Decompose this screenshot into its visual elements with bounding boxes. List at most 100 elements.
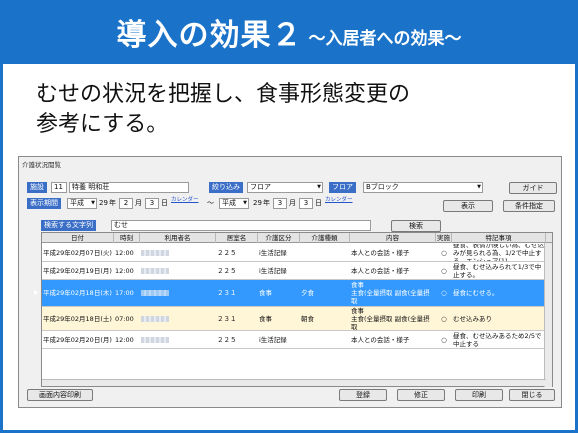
- row-pointer-icon: ▶: [34, 289, 39, 296]
- cell-kubun: i生活記録: [259, 248, 287, 257]
- cell-time: 12:00: [115, 335, 134, 344]
- cell-naiyo: 本人との会話・様子: [351, 248, 410, 257]
- slide-body-text: むせの状況を把握し、食事形態変更の 参考にする。: [36, 82, 411, 137]
- redacted-name: [141, 290, 169, 296]
- redacted-name: [141, 267, 169, 274]
- table-row[interactable]: 平成29年02月19日(月) 12:00 ２２５ i生活記録 本人との会話・様子 ○ 昼食、…: [42, 262, 552, 280]
- col-tokki[interactable]: 特記事項: [452, 233, 546, 243]
- calendar-from-link[interactable]: カレンダー: [171, 195, 199, 206]
- cell-tokki: 昼食、むせ込みられて1/3で中止する。: [453, 262, 542, 279]
- cell-naiyo: 本人との会話・様子: [351, 335, 410, 344]
- cell-shurui: [300, 244, 350, 261]
- cell-kubun: 食事: [259, 289, 272, 297]
- cell-naiyo: 本人との会話・様子: [351, 266, 410, 275]
- horizontal-scrollbar[interactable]: [42, 379, 546, 386]
- month-unit: 月: [135, 199, 142, 207]
- building-no-field[interactable]: 11: [51, 182, 67, 193]
- col-room[interactable]: 居室名: [216, 233, 258, 243]
- year-from[interactable]: 29: [99, 198, 108, 209]
- print-screen-button[interactable]: 画面内容印刷: [27, 389, 93, 401]
- window-title: 介護状況閲覧: [22, 161, 61, 169]
- building-label: 施設: [27, 182, 47, 193]
- col-jisshi[interactable]: 実施: [436, 233, 452, 243]
- cell-jisshi: ○: [441, 289, 447, 297]
- redacted-name: [141, 315, 169, 322]
- cell-date: 平成29年02月18日(木): [43, 289, 112, 297]
- col-shurui[interactable]: 介護種類: [300, 233, 350, 243]
- cell-room: ２３１: [217, 289, 237, 297]
- calendar-to-link[interactable]: カレンダー: [325, 195, 353, 206]
- grid-header: 日付 時刻 利用者名 居室名 介護区分 介護種類 内容 実施 特記事項: [42, 233, 552, 243]
- cell-jisshi: ○: [441, 314, 447, 323]
- search-input[interactable]: むせ: [111, 220, 371, 231]
- cell-date: 平成29年02月18日(土): [43, 314, 112, 323]
- col-naiyo[interactable]: 内容: [350, 233, 436, 243]
- slide-subtitle: 〜入居者への効果〜: [308, 28, 462, 49]
- cell-kubun: i生活記録: [259, 266, 287, 275]
- search-label: 検索する文字列: [41, 220, 96, 231]
- display-button[interactable]: 表示: [443, 200, 493, 212]
- cell-jisshi: ○: [441, 266, 447, 275]
- guide-button[interactable]: ガイド: [509, 182, 557, 194]
- cell-jisshi: ○: [441, 335, 447, 344]
- table-row[interactable]: 平成29年02月18日(土) 07:00 ２３１ 食事 朝食 食事 主食(全量摂取 副食(…: [42, 307, 552, 331]
- close-button[interactable]: 閉じる: [509, 389, 555, 401]
- era-from-dropdown[interactable]: 平成: [67, 198, 97, 209]
- print-button[interactable]: 印刷: [455, 389, 503, 401]
- cell-jisshi: ○: [441, 248, 447, 257]
- cell-user: [140, 280, 216, 306]
- month-unit-to: 月: [289, 199, 296, 207]
- year-unit-to: 年: [263, 199, 270, 207]
- cell-tokki: 昼食、表情が険しい為、むせ込みが見られる為、1/2で中止する。エンシュア(1): [453, 244, 544, 261]
- day-unit: 日: [161, 199, 168, 207]
- cell-naiyo: 食事 主食(全量摂取 副食(全量摂取: [351, 307, 430, 330]
- redacted-name: [141, 249, 169, 256]
- slide-title: 導入の効果２: [116, 18, 303, 53]
- day-from-field[interactable]: 3: [145, 198, 159, 209]
- cell-room: ２２５: [217, 248, 237, 257]
- cell-naiyo: 食事 主食(全量摂取 副食(全量摂取: [351, 281, 430, 305]
- cell-time: 12:00: [115, 248, 134, 257]
- col-kubun[interactable]: 介護区分: [258, 233, 300, 243]
- register-button[interactable]: 登録: [339, 389, 387, 401]
- cell-room: ２２５: [217, 335, 237, 344]
- cell-user: [140, 331, 216, 348]
- condition-button[interactable]: 条件指定: [503, 200, 555, 212]
- cell-tokki: 昼食、むせ込みあるため2/5で中止する: [453, 331, 542, 348]
- table-row[interactable]: ▶ 平成29年02月18日(木) 17:00 ２３１ 食事 夕食 食事 主食(全量摂取 副食…: [34, 280, 552, 307]
- cell-shurui: [300, 262, 350, 279]
- filter-dropdown[interactable]: フロア: [247, 182, 323, 193]
- cell-time: 07:00: [115, 314, 134, 323]
- cell-date: 平成29年02月20日(月): [43, 335, 112, 344]
- modify-button[interactable]: 修正: [397, 389, 445, 401]
- cell-tokki: むせ込みあり: [453, 314, 492, 323]
- cell-user: [140, 307, 216, 330]
- era-to-dropdown[interactable]: 平成: [219, 198, 249, 209]
- cell-shurui: [300, 331, 350, 348]
- cell-date: 平成29年02月07日(火): [43, 248, 112, 257]
- care-status-window: 介護状況閲覧 施設 11 特養 明和荘 絞り込み フロア フロア Bブロック ガ…: [18, 156, 562, 408]
- cell-user: [140, 244, 216, 261]
- month-to-field[interactable]: 3: [273, 198, 287, 209]
- vertical-scrollbar[interactable]: [544, 243, 552, 387]
- building-name-field[interactable]: 特養 明和荘: [69, 182, 189, 193]
- cell-time: 12:00: [115, 266, 134, 275]
- col-date[interactable]: 日付: [42, 233, 114, 243]
- cell-room: ２３１: [217, 314, 237, 323]
- col-user[interactable]: 利用者名: [140, 233, 216, 243]
- redacted-name: [141, 336, 169, 343]
- filter-label: 絞り込み: [209, 182, 243, 193]
- table-row[interactable]: 平成29年02月20日(月) 12:00 ２２５ i生活記録 本人との会話・様子 ○ 昼食、…: [42, 331, 552, 349]
- col-time[interactable]: 時刻: [114, 233, 140, 243]
- year-to[interactable]: 29: [253, 198, 262, 209]
- cell-room: ２２５: [217, 266, 237, 275]
- slide-header: 導入の効果２ 〜入居者への効果〜: [0, 0, 578, 64]
- table-row[interactable]: 平成29年02月07日(火) 12:00 ２２５ i生活記録 本人との会話・様子 ○ 昼食、…: [42, 244, 552, 262]
- day-to-field[interactable]: 3: [299, 198, 313, 209]
- floor-dropdown[interactable]: Bブロック: [363, 182, 483, 193]
- cell-kubun: i生活記録: [259, 335, 287, 344]
- cell-tokki: 昼食にむせる。: [453, 289, 499, 297]
- search-button[interactable]: 検索: [391, 220, 441, 232]
- month-from-field[interactable]: 2: [119, 198, 133, 209]
- cell-kubun: 食事: [259, 314, 272, 323]
